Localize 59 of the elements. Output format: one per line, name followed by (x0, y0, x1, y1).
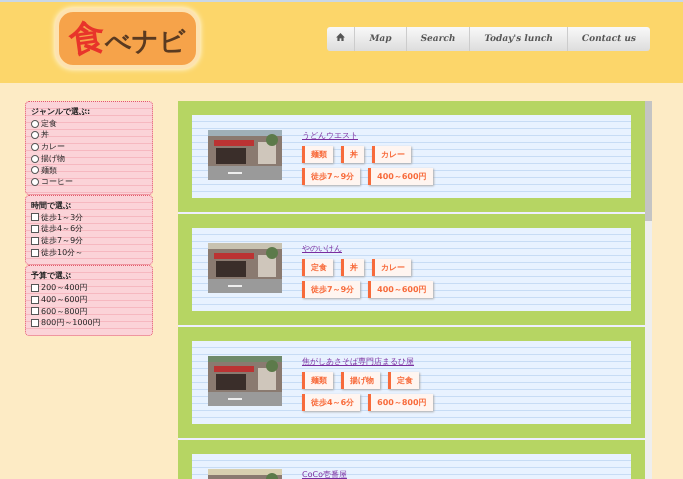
checkbox[interactable] (31, 213, 39, 222)
option-label: 徒歩7～9分 (41, 235, 84, 247)
nav-link[interactable]: Map (355, 26, 407, 50)
option-label: 徒歩4～6分 (41, 223, 84, 236)
home-button[interactable] (327, 26, 356, 50)
restaurant-link[interactable]: 焦がしあさそば専門店まるひ屋 (302, 356, 433, 367)
checkbox[interactable] (31, 307, 39, 316)
checkbox[interactable] (31, 284, 39, 292)
nav-link[interactable]: Search (406, 26, 470, 50)
restaurant-link[interactable]: CoCo壱番屋 (302, 469, 347, 479)
radio-button[interactable] (31, 154, 39, 163)
option-label: 丼 (41, 129, 49, 142)
filter-title: 時間で選ぶ (31, 200, 72, 212)
home-icon (336, 33, 346, 41)
price-tag: 400～600円 (368, 281, 433, 298)
checkbox[interactable] (31, 296, 39, 304)
genre-tag: 麺類 (302, 146, 333, 163)
radio-button[interactable] (31, 166, 39, 174)
option-label: 定食 (41, 118, 57, 130)
checkbox[interactable] (31, 236, 39, 245)
filter-title: ジャンルで選ぶ: (31, 106, 92, 118)
checkbox[interactable] (31, 319, 39, 328)
nav-link[interactable]: Contact us (568, 26, 650, 50)
walk-time-tag: 徒歩7～9分 (302, 281, 360, 298)
radio-button[interactable] (31, 178, 39, 186)
option-label: 揚げ物 (41, 152, 65, 165)
option-label: 200～400円 (41, 282, 88, 294)
option-label: コーヒー (41, 176, 73, 188)
genre-tag: 麺類 (302, 372, 333, 389)
genre-tag: 丼 (341, 146, 364, 163)
scrollbar-thumb[interactable] (645, 101, 652, 221)
price-tag: 400～600円 (368, 168, 433, 185)
restaurant-link[interactable]: やのいけん (302, 243, 433, 254)
walk-time-tag: 徒歩7～9分 (302, 168, 360, 185)
genre-tag: カレー (372, 146, 411, 163)
option-label: 徒歩1～3分 (41, 212, 84, 224)
option-label: 徒歩10分～ (41, 246, 84, 258)
checkbox[interactable] (31, 225, 39, 234)
option-label: 800円～1000円 (41, 317, 101, 329)
radio-button[interactable] (31, 120, 39, 128)
filter-title: 予算で選ぶ (31, 270, 72, 282)
genre-tag: 定食 (302, 259, 333, 276)
genre-tag: 揚げ物 (341, 372, 380, 389)
price-tag: 600～800円 (368, 394, 433, 411)
option-label: 麺類 (41, 164, 57, 176)
genre-tag: カレー (372, 259, 411, 276)
scrollbar[interactable] (645, 101, 652, 479)
radio-button[interactable] (31, 131, 39, 140)
checkbox[interactable] (31, 248, 39, 257)
site-logo[interactable]: 食 べナビ (55, 8, 200, 69)
nav-link[interactable]: Today's lunch (470, 26, 568, 50)
option-label: 400～600円 (41, 294, 88, 306)
genre-tag: 定食 (388, 372, 419, 389)
option-label: カレー (41, 141, 65, 153)
option-label: 600～800円 (41, 306, 88, 318)
radio-button[interactable] (31, 142, 39, 151)
walk-time-tag: 徒歩4～6分 (302, 394, 360, 411)
genre-tag: 丼 (341, 259, 364, 276)
restaurant-link[interactable]: うどんウエスト (302, 130, 433, 141)
